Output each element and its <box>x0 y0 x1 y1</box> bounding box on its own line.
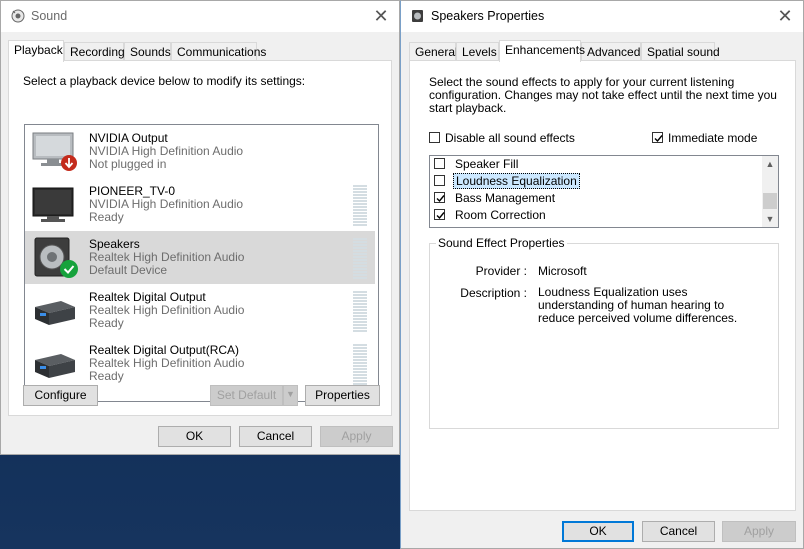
checkbox-unchecked-icon <box>434 175 445 186</box>
digital-output-icon <box>35 301 75 325</box>
volume-meter <box>353 185 367 226</box>
checkbox-checked-icon <box>434 209 445 220</box>
speaker-default-icon <box>34 237 78 278</box>
apply-button: Apply <box>722 521 796 542</box>
device-row-selected[interactable]: Speakers Realtek High Definition Audio D… <box>25 231 375 284</box>
playback-panel: Select a playback device below to modify… <box>8 60 392 416</box>
disable-all-label: Disable all sound effects <box>445 131 575 145</box>
speakers-properties-window: Speakers Properties ✕ General Levels Enh… <box>400 0 804 549</box>
device-name: Realtek Digital Output(RCA) <box>89 343 240 357</box>
device-status: Not plugged in <box>89 157 167 171</box>
device-status: Default Device <box>89 263 168 277</box>
monitor-unplugged-icon <box>32 132 77 171</box>
sound-window-title: Sound <box>31 9 68 23</box>
effects-scrollbar[interactable]: ▲ ▼ <box>762 156 778 227</box>
description-value: Loudness Equalization uses understanding… <box>538 285 738 325</box>
description-key: Description : <box>460 286 527 300</box>
close-icon[interactable]: ✕ <box>775 6 795 26</box>
tab-playback[interactable]: Playback <box>8 40 64 62</box>
effect-loudness-equalization[interactable]: Loudness Equalization <box>434 173 754 190</box>
tab-spatial-sound[interactable]: Spatial sound <box>641 42 720 60</box>
sound-client-area: Playback Recording Sounds Communications… <box>1 32 399 454</box>
configure-button[interactable]: Configure <box>23 385 98 406</box>
digital-output-icon <box>35 354 75 378</box>
effect-label: Bass Management <box>455 191 556 205</box>
device-row[interactable]: Realtek Digital Output(RCA) Realtek High… <box>25 337 375 390</box>
ok-button[interactable]: OK <box>158 426 231 447</box>
cancel-button[interactable]: Cancel <box>239 426 312 447</box>
device-driver: Realtek High Definition Audio <box>89 303 245 317</box>
device-driver: NVIDIA High Definition Audio <box>89 144 244 158</box>
ok-button[interactable]: OK <box>562 521 634 542</box>
effect-label: Room Correction <box>455 208 546 222</box>
device-name: PIONEER_TV-0 <box>89 184 176 198</box>
device-status: Ready <box>89 210 124 224</box>
device-row[interactable]: NVIDIA Output NVIDIA High Definition Aud… <box>25 125 375 178</box>
sound-effects-list[interactable]: Speaker Fill Loudness Equalization Bass … <box>429 155 779 228</box>
tab-enhancements[interactable]: Enhancements <box>499 40 585 62</box>
disable-all-checkbox[interactable]: Disable all sound effects <box>429 131 579 145</box>
device-name: Speakers <box>89 237 140 251</box>
volume-meter <box>353 238 367 279</box>
tv-monitor-icon <box>32 187 74 222</box>
provider-key: Provider : <box>475 264 527 278</box>
properties-button[interactable]: Properties <box>305 385 380 406</box>
sound-titlebar[interactable]: Sound ✕ <box>1 1 399 32</box>
immediate-mode-label: Immediate mode <box>668 131 758 145</box>
device-driver: Realtek High Definition Audio <box>89 356 245 370</box>
effect-label-selected: Loudness Equalization <box>453 173 580 189</box>
props-titlebar[interactable]: Speakers Properties ✕ <box>401 1 803 32</box>
props-window-title: Speakers Properties <box>431 9 545 23</box>
tab-general[interactable]: General <box>409 42 458 60</box>
apply-button: Apply <box>320 426 393 447</box>
checkbox-unchecked-icon <box>429 132 440 143</box>
device-name: NVIDIA Output <box>89 131 168 145</box>
volume-meter <box>353 291 367 332</box>
device-status: Ready <box>89 369 124 383</box>
device-driver: NVIDIA High Definition Audio <box>89 197 244 211</box>
set-default-button: Set Default <box>210 385 283 406</box>
immediate-mode-checkbox[interactable]: Immediate mode <box>652 131 762 145</box>
sound-window: Sound ✕ Playback Recording Sounds Commun… <box>0 0 400 455</box>
checkbox-checked-icon <box>434 192 445 203</box>
group-title: Sound Effect Properties <box>436 236 567 250</box>
enhancements-panel: Select the sound effects to apply for yo… <box>409 60 796 511</box>
tab-advanced[interactable]: Advanced <box>581 42 641 60</box>
device-status: Ready <box>89 316 124 330</box>
speaker-icon <box>11 9 25 23</box>
playback-device-list[interactable]: NVIDIA Output NVIDIA High Definition Aud… <box>24 124 379 402</box>
effect-bass-management[interactable]: Bass Management <box>434 191 754 207</box>
tab-levels[interactable]: Levels <box>456 42 499 60</box>
effect-room-correction[interactable]: Room Correction <box>434 208 754 224</box>
close-icon[interactable]: ✕ <box>371 6 391 26</box>
sound-effect-properties-group: Sound Effect Properties Provider : Micro… <box>429 236 779 429</box>
cancel-button[interactable]: Cancel <box>642 521 715 542</box>
tab-recording[interactable]: Recording <box>64 42 125 60</box>
enhancements-instruction: Select the sound effects to apply for yo… <box>429 75 777 115</box>
provider-value: Microsoft <box>538 264 587 278</box>
effect-label: Speaker Fill <box>455 157 519 171</box>
device-row[interactable]: Realtek Digital Output Realtek High Defi… <box>25 284 375 337</box>
props-client-area: General Levels Enhancements Advanced Spa… <box>401 32 803 548</box>
scroll-down-icon[interactable]: ▼ <box>762 211 778 227</box>
checkbox-checked-icon <box>652 132 663 143</box>
scroll-up-icon[interactable]: ▲ <box>762 156 778 172</box>
tab-communications[interactable]: Communications <box>171 42 266 60</box>
scroll-thumb[interactable] <box>763 193 777 209</box>
effect-speaker-fill[interactable]: Speaker Fill <box>434 157 754 173</box>
device-row[interactable]: PIONEER_TV-0 NVIDIA High Definition Audi… <box>25 178 375 231</box>
checkbox-unchecked-icon <box>434 158 445 169</box>
set-default-dropdown-arrow-icon: ▼ <box>283 385 298 406</box>
device-name: Realtek Digital Output <box>89 290 206 304</box>
speaker-device-icon <box>412 10 423 22</box>
playback-instruction: Select a playback device below to modify… <box>23 74 306 88</box>
volume-meter <box>353 344 367 385</box>
tab-sounds[interactable]: Sounds <box>124 42 171 60</box>
device-driver: Realtek High Definition Audio <box>89 250 245 264</box>
